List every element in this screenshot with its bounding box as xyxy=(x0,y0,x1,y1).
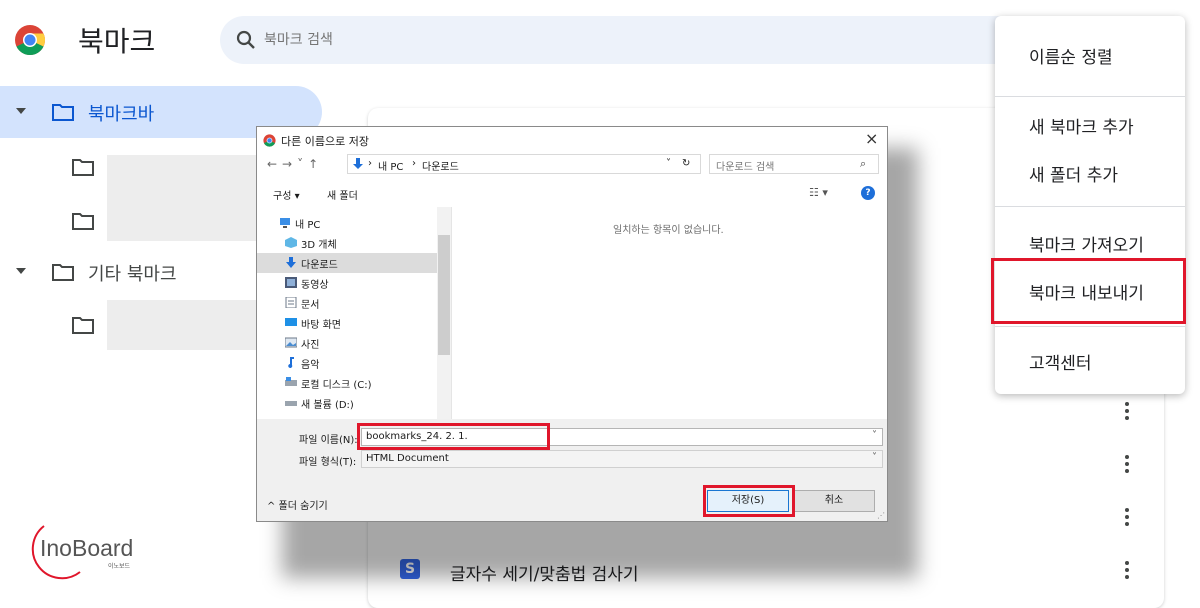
tree-item-videos[interactable]: 동영상 xyxy=(285,273,435,293)
music-note-icon xyxy=(288,357,294,368)
chrome-logo-icon xyxy=(263,134,276,147)
video-icon xyxy=(285,277,297,288)
folder-icon xyxy=(72,317,94,334)
sidebar-item-label: 북마크바 xyxy=(88,104,155,125)
sidebar-item-other-bookmarks[interactable]: 기타 북마크 xyxy=(0,246,300,298)
organize-menu[interactable]: 구성 ▾ xyxy=(273,187,300,202)
save-as-dialog: 다른 이름으로 저장 × ←→˅↑ › 내 PC › 다운로드 ˅ ↻ 다운로드… xyxy=(256,126,888,522)
dialog-toolbar: 구성 ▾ 새 폴더 ☷ ▾ ? xyxy=(257,181,887,205)
redacted-block xyxy=(107,155,267,241)
highlight-box xyxy=(991,258,1186,324)
refresh-icon[interactable]: ↻ xyxy=(682,158,690,169)
folder-icon xyxy=(52,264,74,281)
tree-item-downloads[interactable]: 다운로드 xyxy=(285,253,435,273)
download-arrow-icon xyxy=(353,158,363,169)
dialog-search-input[interactable]: 다운로드 검색 ⌕ xyxy=(709,154,879,174)
download-arrow-icon xyxy=(286,257,296,268)
disk-icon xyxy=(285,401,297,406)
menu-item-add-folder[interactable]: 새 폴더 추가 xyxy=(1029,161,1118,186)
filetype-select[interactable]: HTML Document ˅ xyxy=(361,450,883,468)
tree-item-desktop[interactable]: 바탕 화면 xyxy=(285,313,435,333)
cancel-button[interactable]: 취소 xyxy=(793,490,875,512)
more-options-icon[interactable] xyxy=(1124,455,1130,477)
sidebar-item-label: 기타 북마크 xyxy=(88,264,177,285)
chevron-down-icon[interactable] xyxy=(16,268,26,274)
chevron-down-icon[interactable]: ˅ xyxy=(872,430,877,441)
menu-divider xyxy=(995,326,1185,327)
scrollbar-thumb[interactable] xyxy=(438,235,450,355)
filetype-value: HTML Document xyxy=(366,453,449,464)
folder-icon xyxy=(72,213,94,230)
folder-icon xyxy=(72,159,94,176)
more-options-icon[interactable] xyxy=(1124,402,1130,424)
tree-item-pictures[interactable]: 사진 xyxy=(285,333,435,353)
cube-icon xyxy=(285,237,297,248)
tree-item-music[interactable]: 음악 xyxy=(285,353,435,373)
search-input[interactable] xyxy=(264,28,864,52)
nav-arrows[interactable]: ←→˅↑ xyxy=(267,157,323,171)
dialog-title: 다른 이름으로 저장 xyxy=(281,135,369,148)
search-icon: ⌕ xyxy=(860,157,867,170)
search-icon xyxy=(236,30,255,49)
chevron-down-icon[interactable] xyxy=(16,108,26,114)
redacted-block xyxy=(107,300,267,350)
tree-item-this-pc[interactable]: 내 PC xyxy=(279,213,429,233)
context-menu: 이름순 정렬 새 북마크 추가 새 폴더 추가 북마크 가져오기 북마크 내보내… xyxy=(995,16,1185,394)
menu-item-import-bookmarks[interactable]: 북마크 가져오기 xyxy=(1029,231,1144,256)
menu-item-sort-by-name[interactable]: 이름순 정렬 xyxy=(1029,43,1113,68)
new-folder-button[interactable]: 새 폴더 xyxy=(327,187,358,202)
tree-item-local-disk-c[interactable]: 로컬 디스크 (C:) xyxy=(285,373,435,393)
hide-folders-toggle[interactable]: ^ 폴더 숨기기 xyxy=(267,497,328,512)
menu-item-add-bookmark[interactable]: 새 북마크 추가 xyxy=(1029,113,1134,138)
breadcrumb-separator: › xyxy=(412,158,416,169)
resize-grip-icon[interactable]: ⋰ xyxy=(877,511,885,520)
breadcrumb-separator: › xyxy=(368,158,372,169)
menu-item-help-center[interactable]: 고객센터 xyxy=(1029,349,1092,374)
tree-item-volume-d[interactable]: 새 볼륨 (D:) xyxy=(285,393,435,413)
search-placeholder: 다운로드 검색 xyxy=(716,162,775,173)
breadcrumb-item[interactable]: 내 PC xyxy=(378,158,403,173)
tree-item-documents[interactable]: 문서 xyxy=(285,293,435,313)
desktop-icon xyxy=(285,318,297,326)
picture-icon xyxy=(285,337,297,348)
filetype-label: 파일 형식(T): xyxy=(299,457,357,468)
computer-icon xyxy=(280,218,290,228)
highlight-box xyxy=(703,485,795,517)
close-icon[interactable]: × xyxy=(865,129,878,148)
more-options-icon[interactable] xyxy=(1124,508,1130,530)
empty-message: 일치하는 항목이 없습니다. xyxy=(613,225,724,236)
folder-tree: 내 PC 3D 개체 다운로드 동영상 문서 바탕 화면 사진 음악 로컬 디스… xyxy=(257,207,452,419)
search-bar[interactable] xyxy=(220,16,1120,64)
chrome-logo-icon xyxy=(15,25,45,55)
help-icon[interactable]: ? xyxy=(861,186,875,200)
chevron-down-icon[interactable]: ˅ xyxy=(666,158,671,169)
inoboard-logo: InoBoard 이노보드 xyxy=(31,525,133,580)
svg-text:InoBoard: InoBoard xyxy=(40,535,133,561)
chevron-down-icon[interactable]: ˅ xyxy=(872,452,877,463)
document-icon xyxy=(285,297,297,308)
folder-icon xyxy=(52,104,74,121)
tree-item-3d-objects[interactable]: 3D 개체 xyxy=(285,233,435,253)
filename-label: 파일 이름(N): xyxy=(299,435,358,446)
address-bar[interactable]: › 내 PC › 다운로드 ˅ ↻ xyxy=(347,154,701,174)
menu-divider xyxy=(995,96,1185,97)
highlight-box xyxy=(357,423,550,450)
more-options-icon[interactable] xyxy=(1124,561,1130,583)
disk-icon xyxy=(285,377,297,386)
breadcrumb-item[interactable]: 다운로드 xyxy=(422,158,459,173)
svg-text:이노보드: 이노보드 xyxy=(108,562,131,570)
view-options-icon[interactable]: ☷ ▾ xyxy=(809,186,828,199)
page-title: 북마크 xyxy=(78,25,156,58)
menu-divider xyxy=(995,206,1185,207)
